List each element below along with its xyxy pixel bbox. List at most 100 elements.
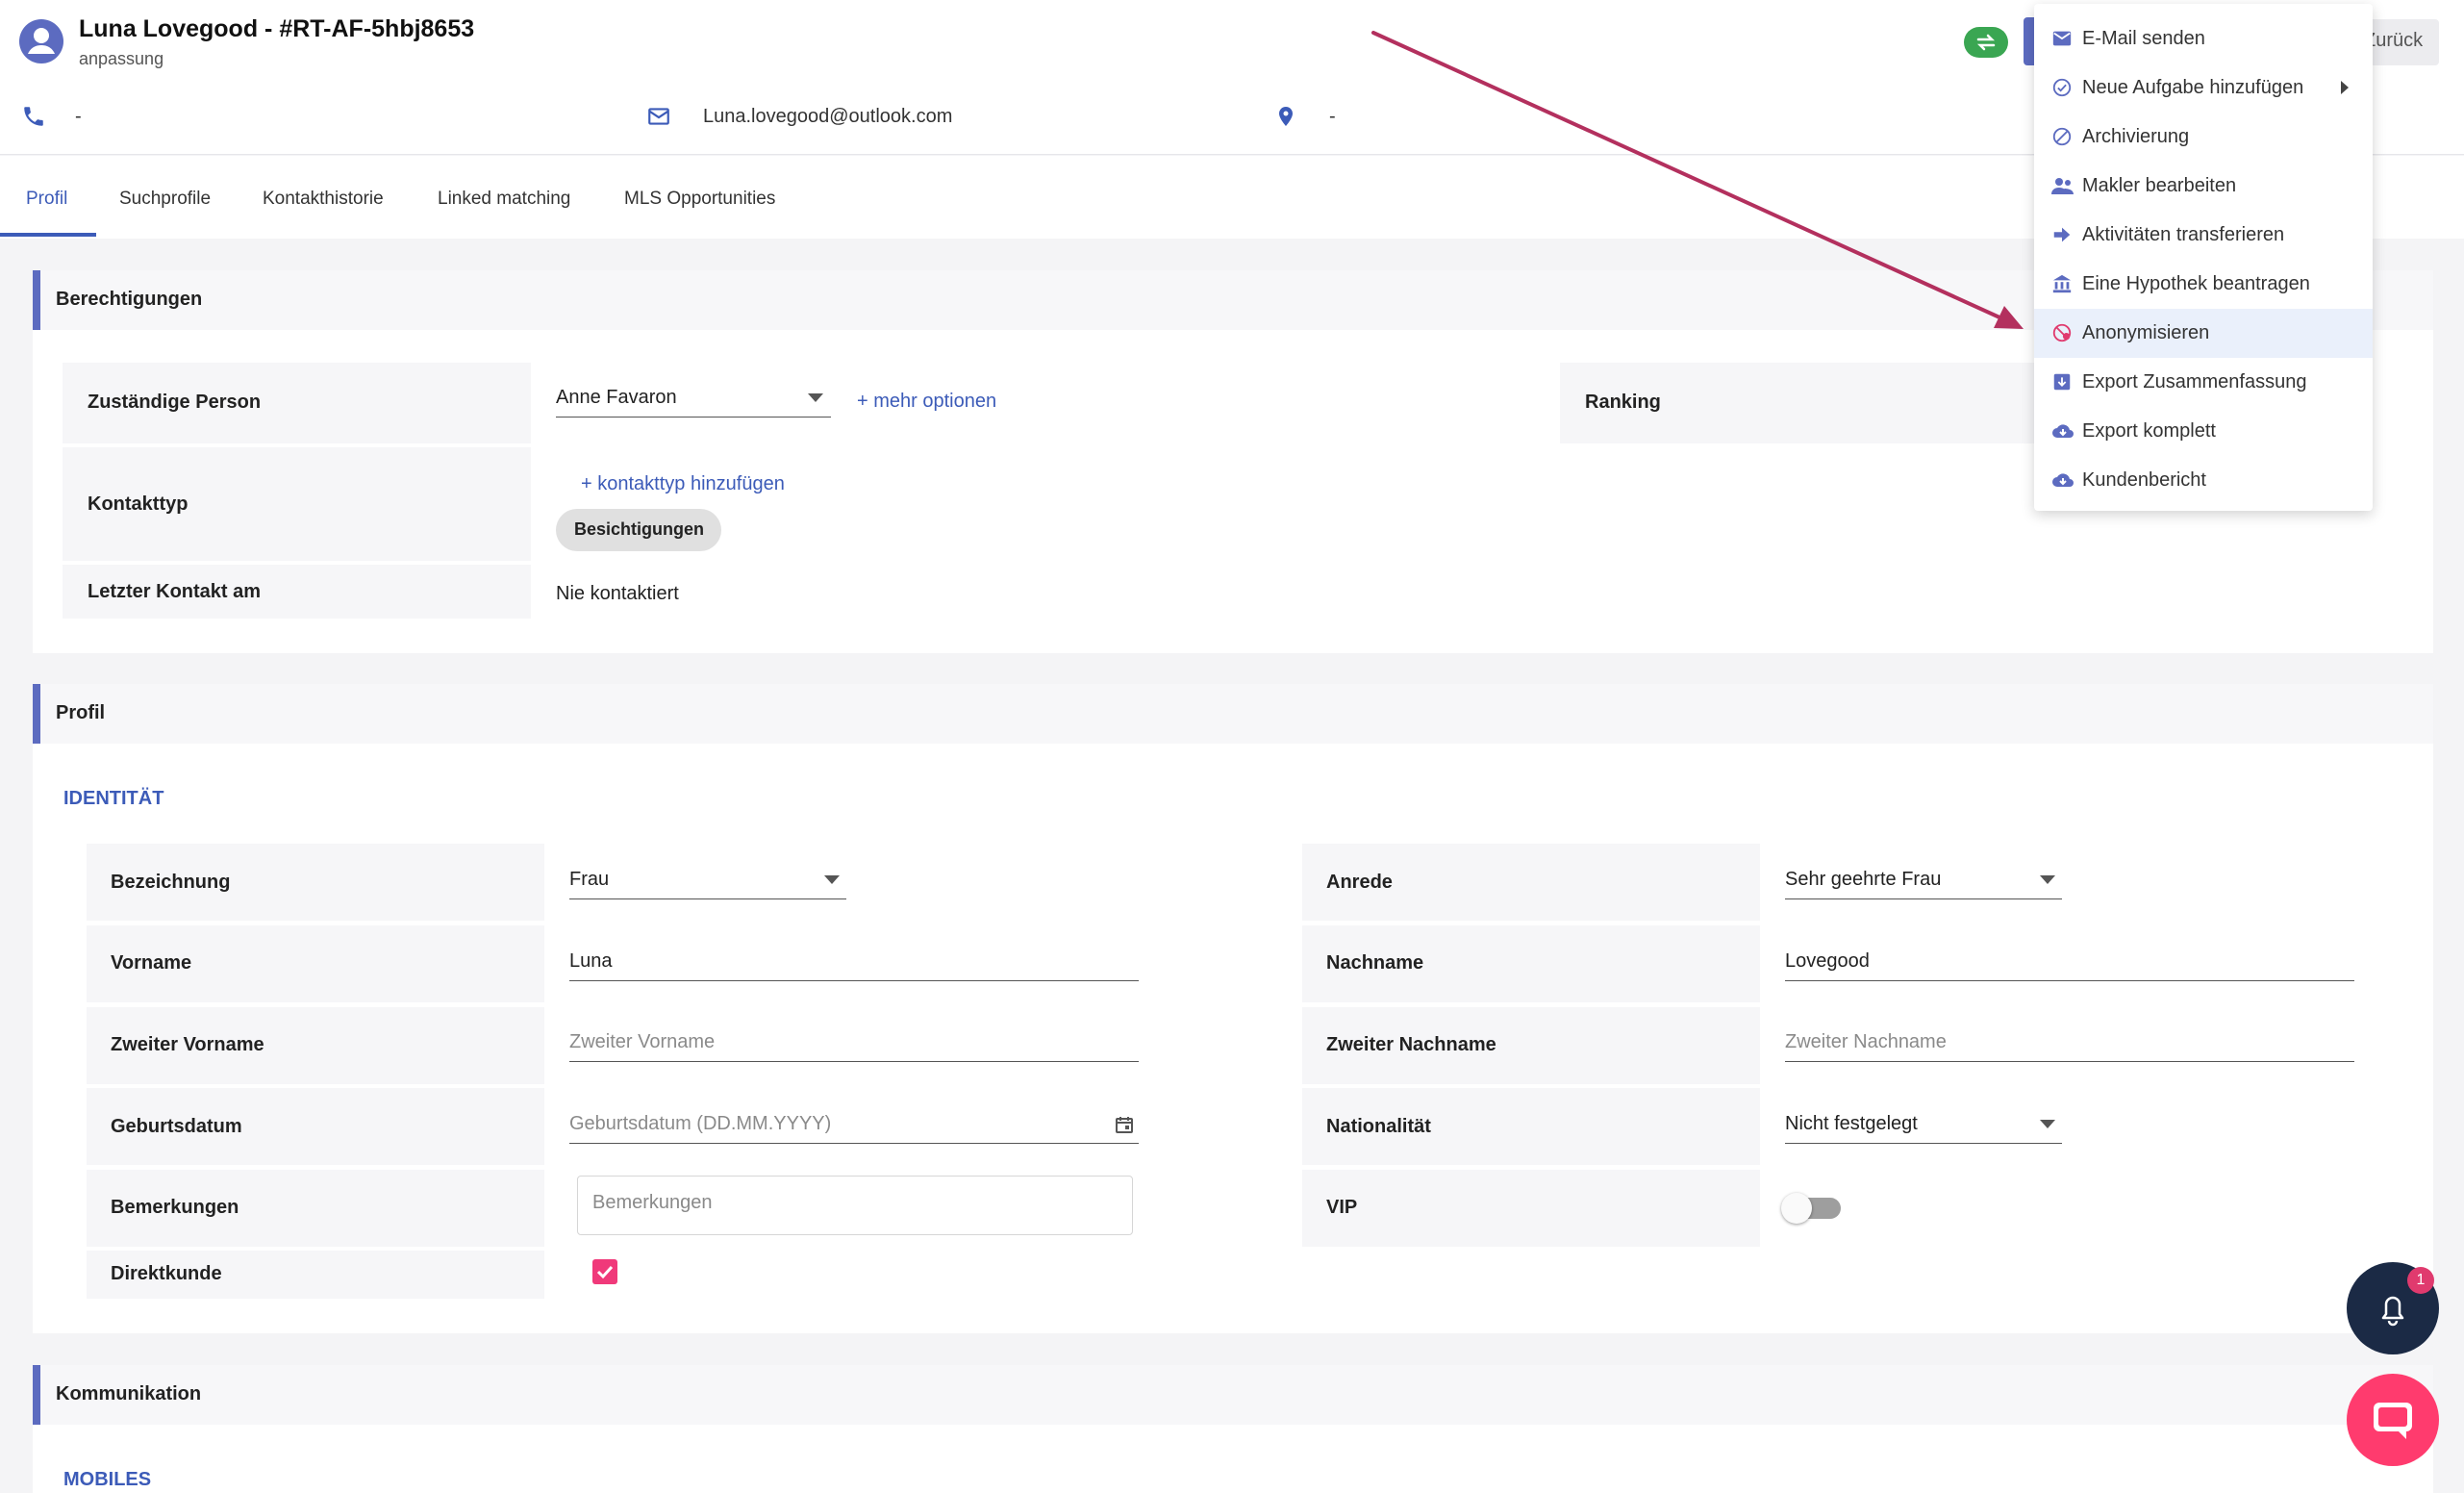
lastname-input[interactable]: Lovegood [1785, 950, 1870, 973]
back-button-label: Zurück [2364, 30, 2424, 51]
second-firstname-input[interactable]: Zweiter Vorname [569, 1031, 715, 1053]
communication-card-header [33, 1365, 2433, 1425]
second-lastname-input[interactable]: Zweiter Nachname [1785, 1031, 1947, 1053]
second-firstname-label: Zweiter Vorname [111, 1034, 264, 1055]
responsible-label: Zuständige Person [88, 392, 262, 413]
avatar-icon [19, 19, 63, 63]
tab-profil[interactable]: Profil [26, 189, 67, 210]
actions-dropdown-menu: E-Mail senden Neue Aufgabe hinzufügen Ar… [2034, 4, 2373, 511]
chevron-down-icon[interactable] [2040, 875, 2055, 885]
menu-item-request-mortgage[interactable]: Eine Hypothek beantragen [2034, 260, 2373, 309]
mobiles-section-title: MOBILES [63, 1469, 152, 1490]
add-contact-type-link[interactable]: + kontakttyp hinzufügen [581, 473, 785, 495]
check-circle-icon [2051, 77, 2073, 98]
email-icon [646, 104, 671, 129]
menu-item-anonymize[interactable]: Anonymisieren [2034, 309, 2373, 358]
designation-underline [569, 898, 846, 899]
remarks-label: Bemerkungen [111, 1197, 239, 1218]
menu-item-send-email[interactable]: E-Mail senden [2034, 14, 2373, 63]
chevron-right-icon [2340, 80, 2350, 95]
ranking-label: Ranking [1585, 392, 1661, 413]
more-options-link[interactable]: + mehr optionen [857, 391, 996, 413]
nationality-label: Nationalität [1326, 1116, 1431, 1137]
calendar-icon[interactable] [1115, 1115, 1134, 1134]
menu-item-label: Export Zusammenfassung [2082, 371, 2307, 392]
notification-badge: 1 [2407, 1267, 2434, 1294]
last-contact-label: Letzter Kontakt am [88, 581, 262, 602]
page-title: Luna Lovegood - #RT-AF-5hbj8653 [79, 15, 475, 42]
menu-item-transfer-activities[interactable]: Aktivitäten transferieren [2034, 211, 2373, 260]
menu-item-label: E-Mail senden [2082, 28, 2205, 49]
menu-item-export-summary[interactable]: Export Zusammenfassung [2034, 358, 2373, 407]
salutation-select[interactable]: Sehr geehrte Frau [1785, 869, 1941, 891]
second-lastname-underline [1785, 1061, 2354, 1062]
cloud-download-icon [2051, 420, 2074, 442]
phone-value: - [75, 106, 82, 127]
annotation-arrow [1371, 31, 2024, 329]
menu-item-add-task[interactable]: Neue Aufgabe hinzufügen [2034, 63, 2373, 113]
birthdate-underline [569, 1143, 1139, 1144]
block-icon [2051, 126, 2073, 147]
address-value: - [1329, 106, 1336, 127]
menu-item-label: Aktivitäten transferieren [2082, 224, 2285, 245]
menu-item-label: Neue Aufgabe hinzufügen [2082, 77, 2304, 98]
salutation-label: Anrede [1326, 872, 1393, 893]
nationality-underline [1785, 1143, 2062, 1144]
communication-title: Kommunikation [56, 1383, 202, 1404]
last-contact-value: Nie kontaktiert [556, 583, 679, 604]
menu-item-label: Archivierung [2082, 126, 2190, 147]
chat-icon [2374, 1403, 2412, 1439]
menu-item-label: Export komplett [2082, 420, 2216, 442]
lastname-label: Nachname [1326, 952, 1424, 974]
menu-item-label: Eine Hypothek beantragen [2082, 273, 2310, 294]
chevron-down-icon[interactable] [824, 875, 840, 885]
profile-card-header [33, 684, 2433, 744]
contact-type-label: Kontakttyp [88, 493, 189, 515]
vip-label-cell [1302, 1170, 1760, 1247]
firstname-input[interactable]: Luna [569, 950, 613, 973]
identity-section-title: IDENTITÄT [63, 788, 164, 809]
anonymize-icon [2051, 322, 2073, 343]
menu-item-label: Anonymisieren [2082, 322, 2210, 343]
vip-toggle-knob[interactable] [1781, 1193, 1812, 1224]
vip-label: VIP [1326, 1197, 1358, 1218]
second-firstname-underline [569, 1061, 1139, 1062]
people-icon [2051, 175, 2074, 196]
cloud-download-icon [2051, 469, 2074, 491]
permissions-title: Berechtigungen [56, 289, 203, 310]
salutation-underline [1785, 898, 2062, 899]
designation-label: Bezeichnung [111, 872, 231, 893]
menu-item-edit-broker[interactable]: Makler bearbeiten [2034, 162, 2373, 211]
chat-button[interactable] [2347, 1374, 2439, 1466]
contact-type-chip-label: Besichtigungen [574, 519, 705, 539]
menu-item-archive[interactable]: Archivierung [2034, 113, 2373, 162]
menu-item-label: Makler bearbeiten [2082, 175, 2237, 196]
phone-icon [21, 104, 46, 129]
tab-mls-opportunities[interactable]: MLS Opportunities [624, 189, 775, 210]
tab-linked-matching[interactable]: Linked matching [438, 189, 570, 210]
tab-kontakthistorie[interactable]: Kontakthistorie [263, 189, 384, 210]
birthdate-input[interactable]: Geburtsdatum (DD.MM.YYYY) [569, 1113, 831, 1135]
active-tab-indicator [0, 233, 96, 237]
nationality-select[interactable]: Nicht festgelegt [1785, 1113, 1918, 1135]
menu-item-customer-report[interactable]: Kundenbericht [2034, 456, 2373, 505]
menu-item-export-complete[interactable]: Export komplett [2034, 407, 2373, 456]
direct-customer-checkbox[interactable] [592, 1259, 617, 1284]
chevron-down-icon[interactable] [2040, 1120, 2055, 1129]
more-options-label: mehr optionen [873, 391, 997, 412]
second-lastname-label: Zweiter Nachname [1326, 1034, 1496, 1055]
lastname-underline [1785, 980, 2354, 981]
responsible-select[interactable]: Anne Favaron [556, 387, 677, 409]
tab-suchprofile[interactable]: Suchprofile [119, 189, 211, 210]
responsible-select-underline [556, 417, 831, 418]
birthdate-label: Geburtsdatum [111, 1116, 242, 1137]
bank-icon [2051, 273, 2073, 294]
email-value[interactable]: Luna.lovegood@outlook.com [703, 106, 952, 128]
designation-select[interactable]: Frau [569, 869, 609, 891]
chevron-down-icon[interactable] [808, 393, 823, 403]
mail-icon [2051, 28, 2073, 49]
firstname-underline [569, 980, 1139, 981]
location-pin-icon [1274, 104, 1297, 129]
profile-title: Profil [56, 702, 106, 723]
arrow-right-icon [2051, 224, 2073, 245]
